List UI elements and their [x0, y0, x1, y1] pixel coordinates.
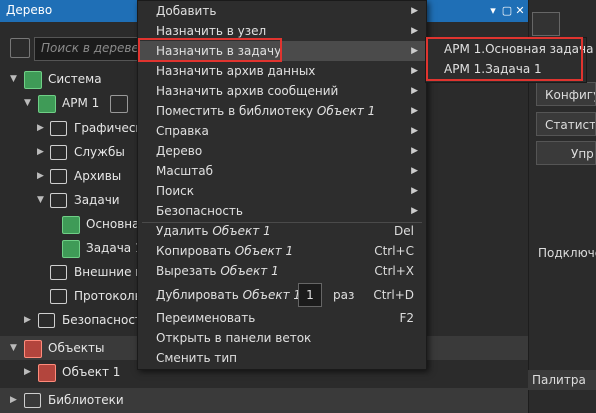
- statistics-button[interactable]: Статисти: [536, 112, 596, 136]
- expand-arrow-icon[interactable]: ▼: [37, 188, 47, 212]
- folder-icon: [50, 169, 67, 184]
- collapse-arrow-icon[interactable]: ▶: [24, 308, 34, 332]
- tree-title: Дерево: [6, 3, 53, 17]
- folder-icon: [50, 121, 67, 136]
- task-icon: [62, 216, 80, 234]
- menu-item-open-branch-panel[interactable]: Открыть в панели веток: [138, 328, 426, 348]
- object-item-label: Объект 1: [62, 365, 121, 379]
- libraries-header-label: Библиотеки: [48, 393, 124, 407]
- tree-node-system[interactable]: ▼ Система: [0, 67, 140, 91]
- expand-arrow-icon[interactable]: ▼: [24, 91, 34, 115]
- collapse-arrow-icon[interactable]: ▶: [37, 164, 47, 188]
- palette-header[interactable]: Палитра: [528, 370, 596, 390]
- collapse-arrow-icon[interactable]: ▶: [37, 116, 47, 140]
- object-icon: [38, 364, 56, 382]
- objects-icon: [24, 340, 42, 358]
- collapse-arrow-icon[interactable]: ▶: [37, 140, 47, 164]
- tree-node-task1[interactable]: Задача 1: [0, 236, 143, 260]
- system-icon: [24, 71, 42, 89]
- menu-item-assign-message-archive[interactable]: Назначить архив сообщений ▶: [138, 81, 426, 101]
- submenu-arrow-icon: ▶: [411, 6, 418, 16]
- node-action-icon[interactable]: [110, 95, 128, 113]
- tree-node-main-task[interactable]: Основная: [0, 212, 147, 236]
- submenu-arrow-icon: ▶: [411, 126, 418, 136]
- tree-node-label: Архивы: [74, 169, 122, 183]
- config-button[interactable]: Конфигур: [536, 82, 596, 106]
- tree-node-label: Система: [48, 72, 102, 86]
- submenu-arrow-icon: ▶: [411, 46, 418, 56]
- menu-item-tree[interactable]: Дерево ▶: [138, 141, 426, 161]
- task-icon: [62, 240, 80, 258]
- objects-header-label: Объекты: [48, 341, 105, 355]
- search-box: [34, 37, 146, 61]
- palette-label: Палитра: [532, 373, 586, 387]
- submenu-arrow-icon: ▶: [411, 86, 418, 96]
- menu-item-add-to-library[interactable]: Поместить в библиотеку Объект 1 ▶: [138, 101, 426, 121]
- highlight-box: [138, 38, 282, 62]
- tree-node-label: Задача 1: [86, 241, 143, 255]
- menu-item-help[interactable]: Справка ▶: [138, 121, 426, 141]
- folder-icon: [50, 289, 67, 304]
- search-input[interactable]: [41, 41, 139, 55]
- menu-item-scale[interactable]: Масштаб ▶: [138, 161, 426, 181]
- menu-item-search[interactable]: Поиск ▶: [138, 181, 426, 201]
- close-icon[interactable]: ✕: [513, 3, 527, 18]
- tree-node-protocols[interactable]: Протоколы: [0, 284, 144, 308]
- menu-item-delete[interactable]: Удалить Объект 1 Del: [138, 221, 426, 241]
- tree-node-security[interactable]: ▶ Безопасност: [0, 308, 142, 332]
- collapse-arrow-icon[interactable]: ▶: [10, 388, 20, 413]
- tree-node-external[interactable]: Внешние ка: [0, 260, 150, 284]
- maximize-icon[interactable]: ▢: [500, 3, 514, 18]
- tree-node-label: Задачи: [74, 193, 120, 207]
- folder-icon: [38, 313, 55, 328]
- submenu-arrow-icon: ▶: [411, 106, 418, 116]
- tree-node-label: АРМ 1: [62, 96, 100, 110]
- tree-node-label: Протоколы: [74, 289, 145, 303]
- highlight-box: [426, 37, 583, 81]
- tree-node-label: Службы: [74, 145, 125, 159]
- menu-item-add[interactable]: Добавить ▶: [138, 1, 426, 21]
- menu-item-security[interactable]: Безопасность ▶: [138, 201, 426, 221]
- submenu-arrow-icon: ▶: [411, 26, 418, 36]
- submenu-arrow-icon: ▶: [411, 166, 418, 176]
- tree-node-label: Безопасност: [62, 313, 142, 327]
- control-button[interactable]: Упр: [536, 141, 596, 165]
- folder-icon: [50, 265, 67, 280]
- tree-node-services[interactable]: ▶ Службы: [0, 140, 140, 164]
- library-icon: [24, 393, 41, 408]
- menu-item-assign-data-archive[interactable]: Назначить архив данных ▶: [138, 61, 426, 81]
- menu-item-cut[interactable]: Вырезать Объект 1 Ctrl+X: [138, 261, 426, 281]
- submenu-arrow-icon: ▶: [411, 146, 418, 156]
- panel-tab-icon[interactable]: [532, 12, 560, 36]
- libraries-section[interactable]: ▶ Библиотеки: [0, 388, 528, 413]
- menu-item-copy[interactable]: Копировать Объект 1 Ctrl+C: [138, 241, 426, 261]
- tree-node-archives[interactable]: ▶ Архивы: [0, 164, 140, 188]
- folder-icon: [50, 193, 67, 208]
- submenu-arrow-icon: ▶: [411, 66, 418, 76]
- tree-node-tasks[interactable]: ▼ Задачи: [0, 188, 140, 212]
- submenu-arrow-icon: ▶: [411, 186, 418, 196]
- expand-arrow-icon[interactable]: ▼: [10, 336, 20, 360]
- menu-item-change-type[interactable]: Сменить тип: [138, 348, 426, 368]
- collapse-arrow-icon[interactable]: ▶: [24, 360, 34, 384]
- duplicate-suffix: раз: [333, 288, 355, 302]
- tree-node-graphics[interactable]: ▶ Графически: [0, 116, 150, 140]
- submenu-arrow-icon: ▶: [411, 206, 418, 216]
- menu-item-rename[interactable]: Переименовать F2: [138, 308, 426, 328]
- folder-icon: [50, 145, 67, 160]
- tree-node-arm1[interactable]: ▼ АРМ 1: [0, 91, 140, 115]
- menu-item-duplicate[interactable]: Дублировать Объект 1 раз Ctrl+D: [138, 285, 426, 305]
- duplicate-count-input[interactable]: 1: [298, 283, 322, 307]
- tree-toolbar-icon[interactable]: [10, 38, 30, 58]
- expand-arrow-icon[interactable]: ▼: [10, 67, 20, 91]
- workstation-icon: [38, 95, 56, 113]
- dropdown-icon[interactable]: ▾: [486, 3, 500, 18]
- connection-label: Подключен: [538, 246, 596, 260]
- object-item[interactable]: ▶ Объект 1: [0, 360, 140, 384]
